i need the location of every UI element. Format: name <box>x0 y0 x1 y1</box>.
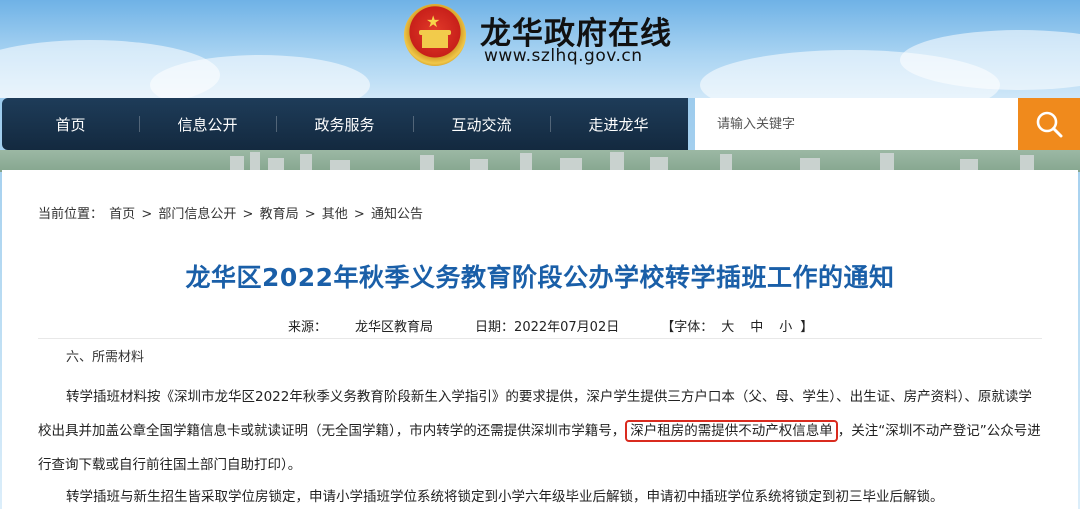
nav-item-about-longhua[interactable]: 走进龙华 <box>550 114 687 135</box>
nav-item-interaction[interactable]: 互动交流 <box>413 114 550 135</box>
highlighted-text: 深户租房的需提供不动产权信息单 <box>625 420 838 442</box>
source-value: 龙华区教育局 <box>355 320 434 335</box>
site-url: www.szlhq.gov.cn <box>484 46 643 66</box>
skyline-decoration <box>0 150 1080 172</box>
search-input[interactable] <box>695 98 1018 150</box>
paragraph-materials: 转学插班材料按《深圳市龙华区2022年秋季义务教育阶段新生入学指引》的要求提供，… <box>38 380 1042 482</box>
breadcrumb-separator: > <box>304 207 316 222</box>
article-title: 龙华区2022年秋季义务教育阶段公办学校转学插班工作的通知 <box>185 263 895 292</box>
font-size-small[interactable]: 小 <box>779 316 792 335</box>
nav-item-home[interactable]: 首页 <box>2 114 139 135</box>
nav-item-gov-services[interactable]: 政务服务 <box>276 114 413 135</box>
font-size-close: 】 <box>800 320 814 335</box>
breadcrumb-item-education-bureau[interactable]: 教育局 <box>260 207 299 222</box>
date-value: 2022年07月02日 <box>514 320 620 335</box>
search-icon <box>1036 111 1063 138</box>
nav-item-info-disclosure[interactable]: 信息公开 <box>139 114 276 135</box>
breadcrumb-separator: > <box>242 207 254 222</box>
national-emblem-icon: ★ <box>404 4 466 66</box>
article-meta: 来源： 龙华区教育局 日期： 2022年07月02日 【字体： 大 中 小 】 <box>288 316 813 335</box>
font-size-label: 【字体： <box>661 320 714 335</box>
font-size-medium[interactable]: 中 <box>750 316 763 335</box>
breadcrumb-separator: > <box>353 207 365 222</box>
date-label: 日期： <box>475 320 515 335</box>
breadcrumb-item-dept-info[interactable]: 部门信息公开 <box>158 207 236 222</box>
divider <box>38 338 1042 339</box>
header-banner: ★ 龙华政府在线 www.szlhq.gov.cn <box>0 0 1080 98</box>
main-nav: 首页 信息公开 政务服务 互动交流 走进龙华 <box>2 98 688 150</box>
breadcrumb-item-notices[interactable]: 通知公告 <box>371 207 423 222</box>
source-label: 来源： <box>288 320 328 335</box>
breadcrumb-label: 当前位置： <box>38 207 104 222</box>
paragraph-lock: 转学插班与新生招生皆采取学位房锁定，申请小学插班学位系统将锁定到小学六年级毕业后… <box>66 489 944 505</box>
breadcrumb-item-other[interactable]: 其他 <box>322 207 348 222</box>
search-button[interactable] <box>1018 98 1080 150</box>
font-size-large[interactable]: 大 <box>721 316 734 335</box>
breadcrumb-separator: > <box>141 207 153 222</box>
breadcrumb: 当前位置： 首页 > 部门信息公开 > 教育局 > 其他 > 通知公告 <box>38 203 425 222</box>
breadcrumb-item-home[interactable]: 首页 <box>109 207 135 222</box>
section-heading: 六、所需材料 <box>66 350 145 365</box>
